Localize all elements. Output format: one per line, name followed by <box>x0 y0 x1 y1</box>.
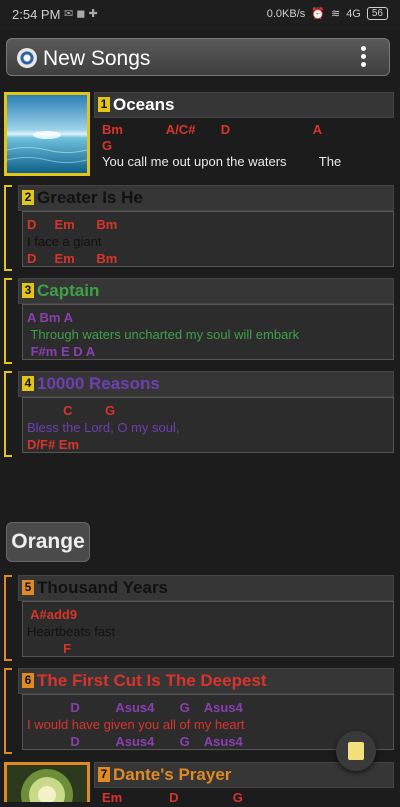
song-item[interactable]: 5 Thousand Years A#add9 Heartbeats fast … <box>4 575 398 661</box>
chord-line: D Asus4 G Asus4 <box>27 734 243 749</box>
song-title: Captain <box>37 281 100 300</box>
page-title: New Songs <box>43 47 151 70</box>
chord-line: F <box>27 641 72 656</box>
song-header: 1 Oceans <box>94 92 394 118</box>
chord-line: D Asus4 G Asus4 <box>27 700 243 715</box>
chord-line: D Em Bm <box>27 217 118 232</box>
song-thumbnail-ocean <box>4 92 90 176</box>
group-bar <box>4 371 12 457</box>
status-time: 2:54 PM <box>12 7 61 22</box>
song-preview: A#add9 Heartbeats fast F <box>22 601 394 657</box>
song-preview: C G Bless the Lord, O my soul, D/F# Em <box>22 397 394 453</box>
sticky-note-icon <box>348 742 364 760</box>
song-title: 10000 Reasons <box>37 374 160 393</box>
song-number: 1 <box>98 97 110 112</box>
signal-label: 4G <box>346 7 361 20</box>
song-preview: Bm A/C# D A G You call me out upon the w… <box>98 118 394 176</box>
song-title: Dante's Prayer <box>113 765 232 784</box>
group-bar <box>4 278 12 364</box>
status-bar: 2:54 PM ✉ ◼ ✚ 0.0KB/s ⏰ ≋ 4G 56 <box>0 0 400 30</box>
status-right: 0.0KB/s ⏰ ≋ 4G 56 <box>267 7 388 20</box>
lyric-line: I would have given you all of my heart <box>27 717 245 732</box>
song-item[interactable]: 3 Captain A Bm A Through waters uncharte… <box>4 278 398 364</box>
lyric-line: Through waters uncharted my soul will em… <box>27 327 300 342</box>
app-bar: New Songs <box>6 38 390 76</box>
chord-line: D/F# Em <box>27 437 80 452</box>
chord-line: A#add9 <box>27 607 78 622</box>
chord-line: D Em Bm <box>27 251 118 266</box>
group-orange-button[interactable]: Orange <box>6 522 90 562</box>
song-number: 4 <box>22 376 34 391</box>
song-number: 7 <box>98 767 110 782</box>
lyric-line: I face a giant <box>27 234 102 249</box>
song-title: Greater Is He <box>37 188 143 207</box>
song-preview: A Bm A Through waters uncharted my soul … <box>22 304 394 360</box>
chord-line: C G <box>27 403 116 418</box>
song-number: 2 <box>22 190 34 205</box>
song-header: 5 Thousand Years <box>18 575 394 601</box>
song-item[interactable]: 1 Oceans Bm A/C# D A G You call me out u… <box>4 92 398 178</box>
song-thumbnail-forest <box>4 762 90 807</box>
lyric-line: Bless the Lord, O my soul, <box>27 420 180 435</box>
wifi-icon: ≋ <box>330 8 341 20</box>
group-bar <box>4 185 12 271</box>
song-header: 6 The First Cut Is The Deepest <box>18 668 394 694</box>
chord-line: Bm A/C# D A <box>102 122 323 137</box>
song-title: The First Cut Is The Deepest <box>37 671 267 690</box>
chord-line: G <box>102 138 113 153</box>
chord-line: Em D G <box>102 790 243 802</box>
chord-line: F#m E D A <box>27 344 96 359</box>
song-number: 5 <box>22 580 34 595</box>
song-number: 3 <box>22 283 34 298</box>
song-header: 4 10000 Reasons <box>18 371 394 397</box>
alarm-icon: ⏰ <box>311 8 325 20</box>
song-header: 2 Greater Is He <box>18 185 394 211</box>
song-item[interactable]: 7 Dante's Prayer Em D G <box>4 762 398 807</box>
lyric-line: You call me out upon the waters The <box>102 154 342 169</box>
battery-level: 56 <box>366 7 388 20</box>
group-bar <box>4 575 12 661</box>
song-item[interactable]: 4 10000 Reasons C G Bless the Lord, O my… <box>4 371 398 457</box>
notification-icons: ✉ ◼ ✚ <box>64 8 98 20</box>
disc-icon[interactable] <box>17 48 37 68</box>
group-bar <box>4 668 12 754</box>
song-title: Thousand Years <box>37 578 169 597</box>
song-item[interactable]: 2 Greater Is He D Em Bm I face a giant D… <box>4 185 398 271</box>
network-speed: 0.0KB/s <box>266 7 306 20</box>
song-header: 3 Captain <box>18 278 394 304</box>
song-number: 6 <box>22 673 34 688</box>
chord-line: A Bm A <box>27 310 73 325</box>
lyric-line: Heartbeats fast <box>27 624 116 639</box>
song-title: Oceans <box>113 95 175 114</box>
song-preview: D Em Bm I face a giant D Em Bm <box>22 211 394 267</box>
overflow-menu-icon[interactable] <box>359 46 367 70</box>
notes-fab-button[interactable] <box>336 731 376 771</box>
